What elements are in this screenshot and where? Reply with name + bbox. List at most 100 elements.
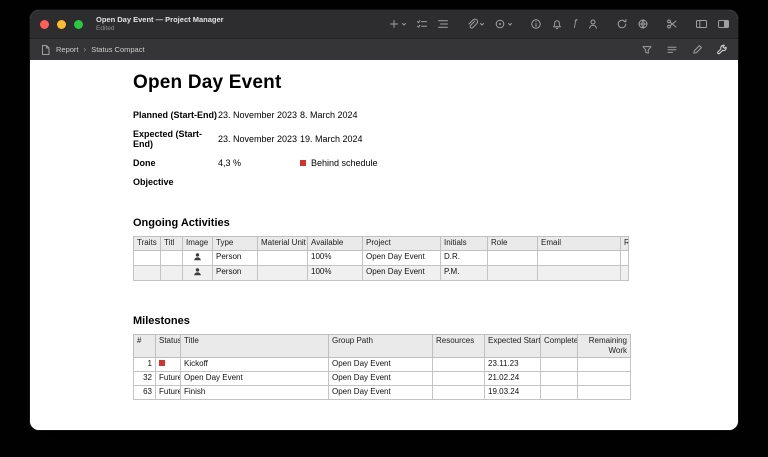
notifications-icon[interactable] [551,18,563,30]
field-label: Expected (Start-End) [133,129,203,149]
table-row[interactable]: 32 Future Open Day Event Open Day Event … [133,371,631,386]
cell-title: Open Day Event [180,371,329,386]
attach-icon[interactable] [466,18,485,30]
column-header: Group Path [328,334,433,358]
field-start-value: 23. November 2023 [218,134,298,144]
cell-expected-start: 19.03.24 [484,385,541,400]
behind-schedule-icon [300,160,306,166]
cell-number: 63 [133,385,156,400]
person-icon [193,253,202,263]
milestones-table: # Status Title Group Path Resources Expe… [133,334,631,400]
field-start-value: 23. November 2023 [218,110,298,120]
field-label: Planned (Start-End) [133,110,218,120]
done-percent: 4,3 % [218,158,242,168]
breadcrumb-chevron-icon: › [83,45,87,54]
info-icon[interactable] [530,18,542,30]
column-header: Titl [160,236,183,251]
cell-number: 32 [133,371,156,386]
main-toolbar: ƒ [388,10,730,38]
behind-schedule-icon [159,360,165,366]
column-header: # [133,334,156,358]
column-header: Type [212,236,258,251]
field-done: Done 4,3 % Behind schedule [133,158,633,168]
cell-type: Person [212,265,258,281]
breadcrumb: Report › Status Compact [40,44,145,56]
section-heading: Ongoing Activities [133,217,230,229]
table-row[interactable]: Person 100% Open Day Event D.R. [133,250,629,266]
table-row[interactable]: Person 100% Open Day Event P.M. [133,265,629,281]
column-header: Material Unit [257,236,308,251]
field-end-value: 19. March 2024 [300,134,363,144]
field-expected: Expected (Start-End) 23. November 2023 1… [133,129,633,149]
column-header: Image [182,236,213,251]
person-icon [193,268,202,278]
report-canvas[interactable]: Open Day Event Planned (Start-End) 23. N… [30,60,738,430]
close-button[interactable] [40,19,49,29]
cell-available: 100% [307,265,363,281]
section-heading: Milestones [133,315,190,327]
cell-type: Person [212,250,258,266]
cell-number: 1 [133,357,156,372]
breadcrumb-doc-type[interactable]: Report [56,45,79,54]
cell-status: Future [155,371,181,386]
format-brush-icon[interactable] [691,44,703,56]
resources-icon[interactable] [587,18,599,30]
cell-group-path: Open Day Event [328,385,433,400]
panel-left-icon[interactable] [695,18,708,30]
sync-icon[interactable] [616,18,628,30]
title-bar[interactable]: Open Day Event — Project Manager Edited [30,10,738,38]
window-title-block: Open Day Event — Project Manager Edited [96,15,224,33]
section-milestones: Milestones # Status Title Group Path Res… [133,315,633,400]
settings-wrench-icon[interactable] [716,44,728,56]
app-window: Open Day Event — Project Manager Edited [30,10,738,430]
column-header: Traits [133,236,161,251]
table-row[interactable]: 63 Future Finish Open Day Event 19.03.24 [133,385,631,400]
desktop-background: Open Day Event — Project Manager Edited [0,0,768,457]
filter-icon[interactable] [641,44,653,56]
table-header-row: Traits Titl Image Type Material Unit Ava… [133,236,629,251]
cell-expected-start: 21.02.24 [484,371,541,386]
add-icon[interactable] [388,18,407,30]
zoom-button[interactable] [74,19,83,29]
field-objective: Objective [133,177,633,187]
view-bar: Report › Status Compact [30,38,738,60]
checklist-icon[interactable] [416,18,428,30]
insert-style-icon[interactable] [494,18,513,30]
cell-initials: P.M. [440,265,488,281]
cell-expected-start: 23.11.23 [484,357,541,372]
share-icon[interactable] [637,18,649,30]
column-header: Initials [440,236,488,251]
column-header: Remaining Work [577,334,631,358]
status-text: Behind schedule [311,158,378,168]
view-options-icon[interactable] [666,44,678,56]
report-page: Open Day Event Planned (Start-End) 23. N… [30,60,633,430]
page-title: Open Day Event [133,72,282,93]
column-header: Complete [540,334,578,358]
panel-right-icon[interactable] [717,18,730,30]
cell-project: Open Day Event [362,250,441,266]
column-header: Expected Start [484,334,541,358]
field-label: Objective [133,177,174,187]
column-header: Resources [432,334,485,358]
column-header: R [620,236,629,251]
formula-icon[interactable]: ƒ [572,19,578,29]
cell-initials: D.R. [440,250,488,266]
cell-group-path: Open Day Event [328,357,433,372]
column-header: Status [155,334,181,358]
traffic-lights [40,19,83,29]
cut-icon[interactable] [666,18,678,30]
field-label: Done [133,158,156,168]
section-ongoing-activities: Ongoing Activities Traits Titl Image Typ… [133,217,633,281]
window-title: Open Day Event — Project Manager [96,15,224,25]
outline-icon[interactable] [437,18,449,30]
table-row[interactable]: 1 Kickoff Open Day Event 23.11.23 [133,357,631,372]
column-header: Role [487,236,538,251]
view-toolbar [641,44,728,56]
breadcrumb-view[interactable]: Status Compact [91,45,144,54]
column-header: Available [307,236,363,251]
field-end-value: 8. March 2024 [300,110,358,120]
cell-available: 100% [307,250,363,266]
cell-group-path: Open Day Event [328,371,433,386]
cell-status: Future [155,385,181,400]
minimize-button[interactable] [57,19,66,29]
